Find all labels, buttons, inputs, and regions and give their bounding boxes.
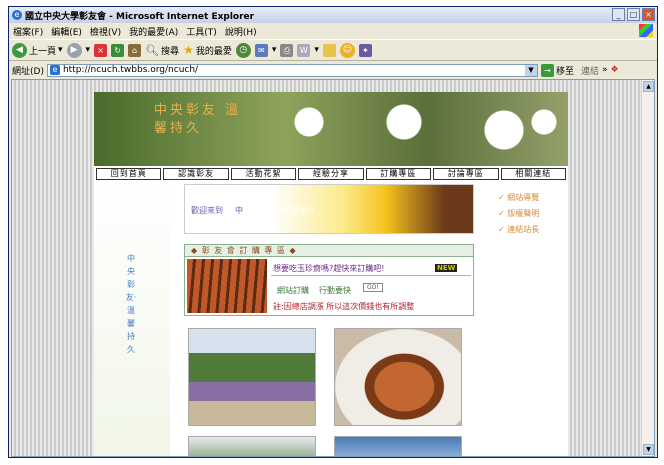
go-button[interactable]: → 移至 [540, 63, 574, 77]
new-badge: NEW [435, 264, 458, 272]
home-icon[interactable]: ⌂ [128, 43, 142, 57]
title-bar: e 國立中央大學彰友會 - Microsoft Internet Explore… [9, 7, 657, 23]
left-sidebar: 中央彰友‧溫馨持久 [94, 182, 170, 456]
edit-icon[interactable]: W [297, 43, 311, 57]
back-button[interactable]: ◀ 上一頁 ▾ [12, 42, 63, 58]
window-controls: _ □ × [612, 8, 655, 21]
order-question: 想要吃玉珍齋嗎?趕快來訂購吧! [273, 264, 385, 273]
nav-order[interactable]: 訂購專區 [365, 168, 432, 180]
menu-view[interactable]: 檢視(V) [90, 25, 121, 38]
go-label: 移至 [555, 66, 574, 77]
vertical-slogan: 中央彰友‧溫馨持久 [125, 254, 137, 354]
chevron-right-icon[interactable]: » [602, 65, 608, 75]
nav-home[interactable]: 回到首頁 [96, 168, 162, 180]
welcome-text-1: 歡迎來到 [191, 206, 223, 215]
link-contact[interactable]: ✓ 連結站長 [498, 222, 539, 238]
chevron-down-icon[interactable]: ▾ [58, 45, 63, 55]
search-button[interactable]: 🔍︎ 搜尋 [145, 44, 179, 57]
chevron-down-icon[interactable]: ▾ [314, 45, 319, 55]
right-sidebar: ✓ 網站導覽 ✓ 版權聲明 ✓ 連結站長 [492, 182, 568, 456]
window-title: 國立中央大學彰友會 - Microsoft Internet Explorer [25, 11, 255, 22]
nav-forum[interactable]: 討論專區 [433, 168, 499, 180]
browser-window: e 國立中央大學彰友會 - Microsoft Internet Explore… [8, 6, 658, 458]
order-go-button[interactable]: GO! [363, 283, 383, 292]
messenger-icon[interactable]: ☺ [339, 42, 355, 58]
photo-building[interactable] [188, 436, 316, 456]
link-sitemap[interactable]: ✓ 網站導覽 [498, 190, 539, 206]
menu-file[interactable]: 檔案(F) [13, 25, 43, 38]
stop-icon[interactable]: × [94, 43, 108, 57]
link-contact-label: 連結站長 [507, 225, 540, 234]
order-header: ◆ 彰 友 會 訂 購 專 區 ◆ [185, 245, 473, 257]
order-online-link[interactable]: 網站訂購 [277, 285, 309, 296]
menu-help[interactable]: 說明(H) [225, 25, 257, 38]
favorites-button[interactable]: ★ 我的最愛 [183, 43, 232, 57]
address-value: http://ncuch.twbbs.org/ncuch/ [62, 65, 199, 75]
web-page: 中央彰友 溫馨持久 回到首頁 認識彰友 活動花絮 經驗分享 訂購專區 討論專區 … [94, 92, 568, 456]
chevron-down-icon[interactable]: ▾ [86, 45, 91, 55]
photo-food[interactable] [334, 328, 462, 426]
divider [271, 275, 471, 276]
search-label: 搜尋 [161, 46, 180, 57]
forward-button[interactable]: ▶ [66, 42, 82, 58]
windows-logo-icon [639, 24, 653, 37]
pastry-image [187, 259, 267, 313]
links-button[interactable]: 連結 [581, 64, 599, 77]
chevron-down-icon[interactable]: ▼ [524, 64, 537, 76]
menu-edit[interactable]: 編輯(E) [51, 25, 82, 38]
link-copyright[interactable]: ✓ 版權聲明 [498, 206, 539, 222]
link-copyright-label: 版權聲明 [507, 209, 540, 218]
welcome-text-3: 央大學•彰友會!! [255, 206, 315, 215]
banner-slogan: 中央彰友 溫馨持久 [154, 103, 242, 136]
site-nav: 回到首頁 認識彰友 活動花絮 經驗分享 訂購專區 討論專區 相關連結 [94, 168, 568, 180]
go-arrow-icon: → [540, 63, 554, 77]
site-banner: 中央彰友 溫馨持久 [94, 92, 568, 166]
print-icon[interactable]: ⎙ [280, 43, 294, 57]
nav-about[interactable]: 認識彰友 [163, 168, 229, 180]
welcome-text-2: 中 [235, 206, 243, 215]
price-notice: 註:因總店調漲 所以這次價錢也有所調整 [273, 302, 415, 311]
favorites-label: 我的最愛 [195, 46, 232, 57]
discuss-icon[interactable] [322, 43, 336, 57]
back-arrow-icon: ◀ [12, 42, 27, 58]
nav-links[interactable]: 相關連結 [500, 168, 566, 180]
norton-icon[interactable]: ❖ [611, 65, 619, 75]
mail-icon[interactable]: ✉ [254, 43, 268, 57]
vertical-scrollbar[interactable]: ▲ ▼ [641, 80, 654, 456]
history-icon[interactable]: ◷ [235, 42, 251, 58]
scroll-up-icon[interactable]: ▲ [643, 81, 654, 92]
toolbar: ◀ 上一頁 ▾ ▶ ▾ × ↻ ⌂ 🔍︎ 搜尋 ★ 我的最愛 ◷ ✉ ▾ ⎙ W… [9, 39, 657, 61]
chevron-down-icon[interactable]: ▾ [272, 45, 277, 55]
close-button[interactable]: × [642, 8, 655, 21]
photo-sky[interactable] [334, 436, 462, 456]
menu-favorites[interactable]: 我的最愛(A) [129, 25, 178, 38]
address-label: 網址(D) [12, 66, 44, 77]
menu-tools[interactable]: 工具(T) [186, 25, 217, 38]
back-label: 上一頁 [29, 46, 57, 57]
page-viewport: 中央彰友 溫馨持久 回到首頁 認識彰友 活動花絮 經驗分享 訂購專區 討論專區 … [11, 79, 655, 457]
menu-bar: 檔案(F) 編輯(E) 檢視(V) 我的最愛(A) 工具(T) 說明(H) [9, 24, 657, 38]
star-icon: ★ [183, 43, 194, 57]
scroll-down-icon[interactable]: ▼ [643, 444, 654, 455]
nav-share[interactable]: 經驗分享 [298, 168, 364, 180]
welcome-banner: 歡迎來到 中 央大學•彰友會!! [184, 184, 474, 234]
right-links: ✓ 網站導覽 ✓ 版權聲明 ✓ 連結站長 [498, 190, 539, 238]
order-hurry-link[interactable]: 行動要快 [319, 285, 351, 296]
nav-events[interactable]: 活動花絮 [230, 168, 297, 180]
photo-garden[interactable] [188, 328, 316, 426]
maximize-button[interactable]: □ [627, 8, 640, 21]
link-sitemap-label: 網站導覽 [507, 193, 540, 202]
address-input[interactable]: e http://ncuch.twbbs.org/ncuch/ ▼ [46, 63, 538, 77]
research-icon[interactable]: ✦ [358, 43, 372, 57]
address-bar: 網址(D) e http://ncuch.twbbs.org/ncuch/ ▼ … [9, 62, 657, 78]
order-section: ◆ 彰 友 會 訂 購 專 區 ◆ 想要吃玉珍齋嗎?趕快來訂購吧! NEW 網站… [184, 244, 474, 316]
page-icon: e [49, 65, 60, 75]
search-icon: 🔍︎ [145, 43, 160, 57]
ie-icon: e [12, 10, 22, 20]
minimize-button[interactable]: _ [612, 8, 625, 21]
refresh-icon[interactable]: ↻ [111, 43, 125, 57]
